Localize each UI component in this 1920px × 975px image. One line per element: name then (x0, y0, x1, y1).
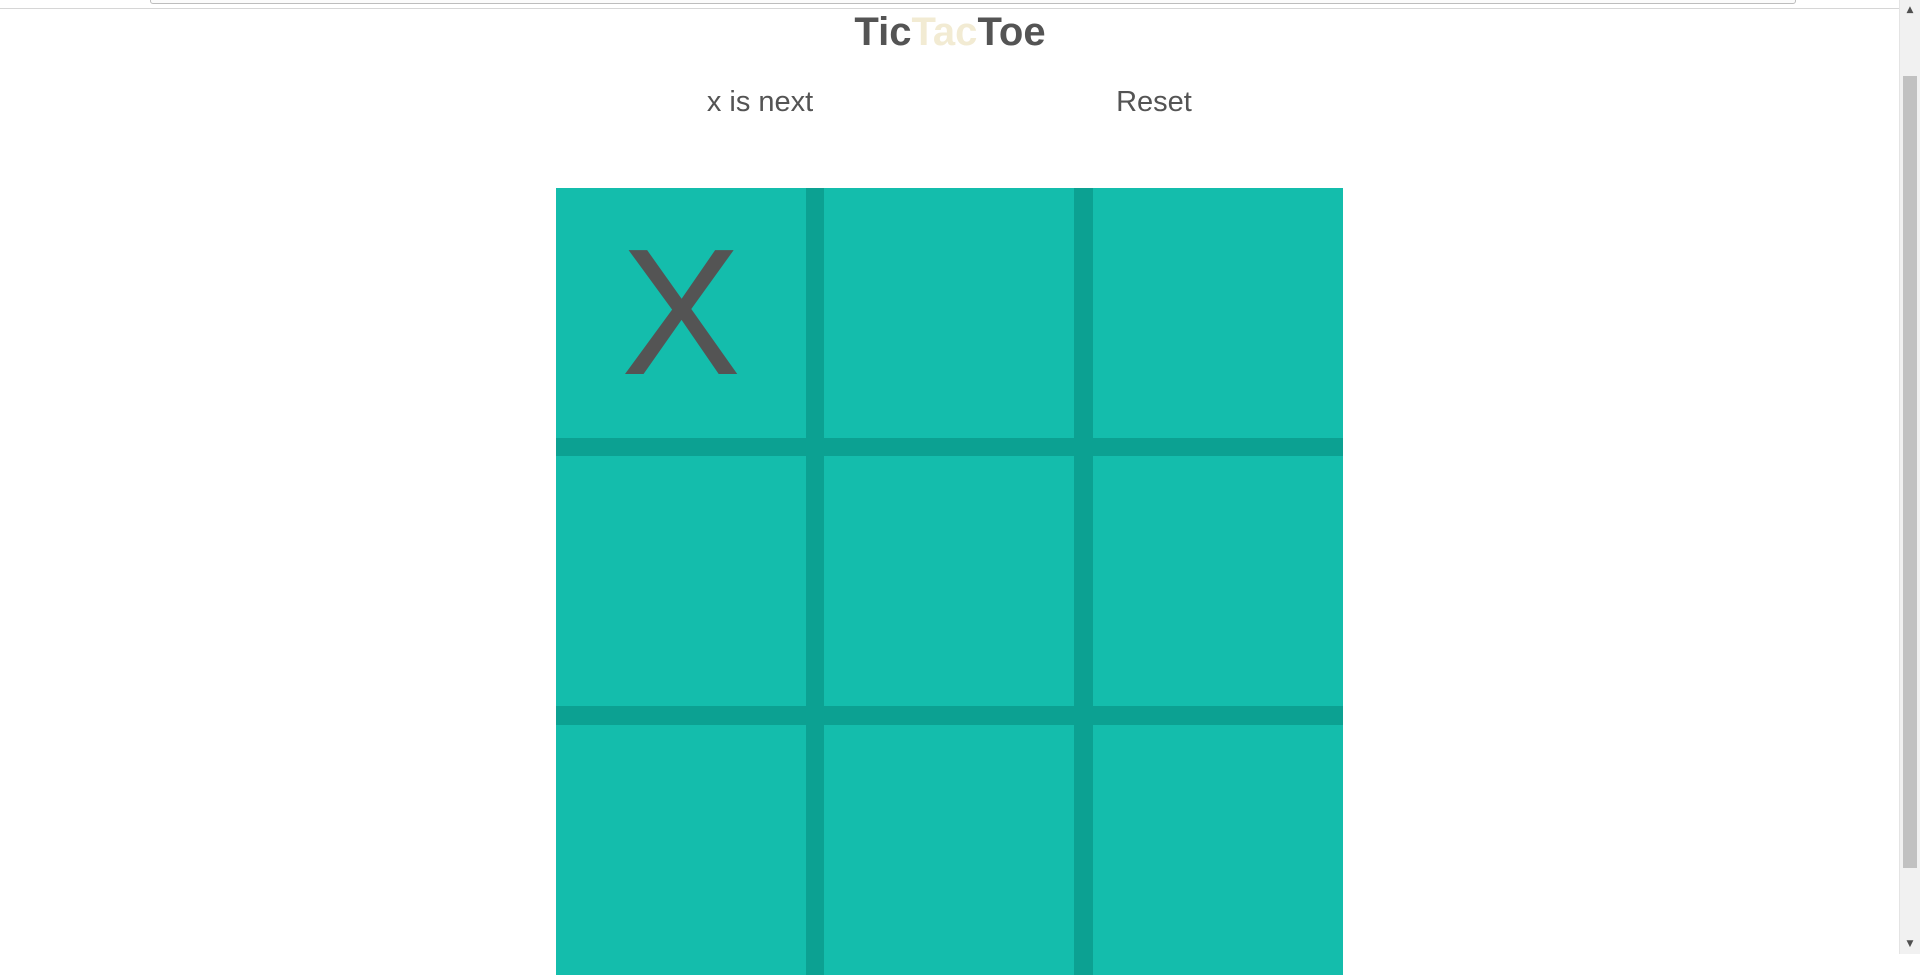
title-part-tic: Tic (854, 10, 912, 54)
browser-top-bar (0, 0, 1900, 9)
scroll-down-arrow-icon[interactable]: ▼ (1900, 936, 1920, 952)
board-cell-6[interactable] (1093, 456, 1343, 706)
game-title: TicTacToe (0, 10, 1900, 55)
title-part-toe: Toe (977, 10, 1046, 54)
board-cell-8[interactable] (824, 725, 1074, 975)
board-cell-9[interactable] (1093, 725, 1343, 975)
reset-button[interactable]: Reset (1054, 86, 1254, 119)
board-cell-7[interactable] (556, 725, 806, 975)
title-part-tac: Tac (911, 10, 978, 54)
board-cell-2[interactable] (824, 188, 1074, 438)
game-board: X (556, 188, 1343, 975)
scroll-thumb[interactable] (1903, 76, 1917, 868)
address-bar[interactable] (150, 0, 1796, 4)
vertical-scrollbar[interactable]: ▲ ▼ (1899, 0, 1920, 954)
board-cell-4[interactable] (556, 456, 806, 706)
board-cell-3[interactable] (1093, 188, 1343, 438)
board-cell-5[interactable] (824, 456, 1074, 706)
board-cell-1[interactable]: X (556, 188, 806, 438)
scroll-up-arrow-icon[interactable]: ▲ (1900, 2, 1920, 18)
next-player-status: x is next (706, 86, 814, 118)
